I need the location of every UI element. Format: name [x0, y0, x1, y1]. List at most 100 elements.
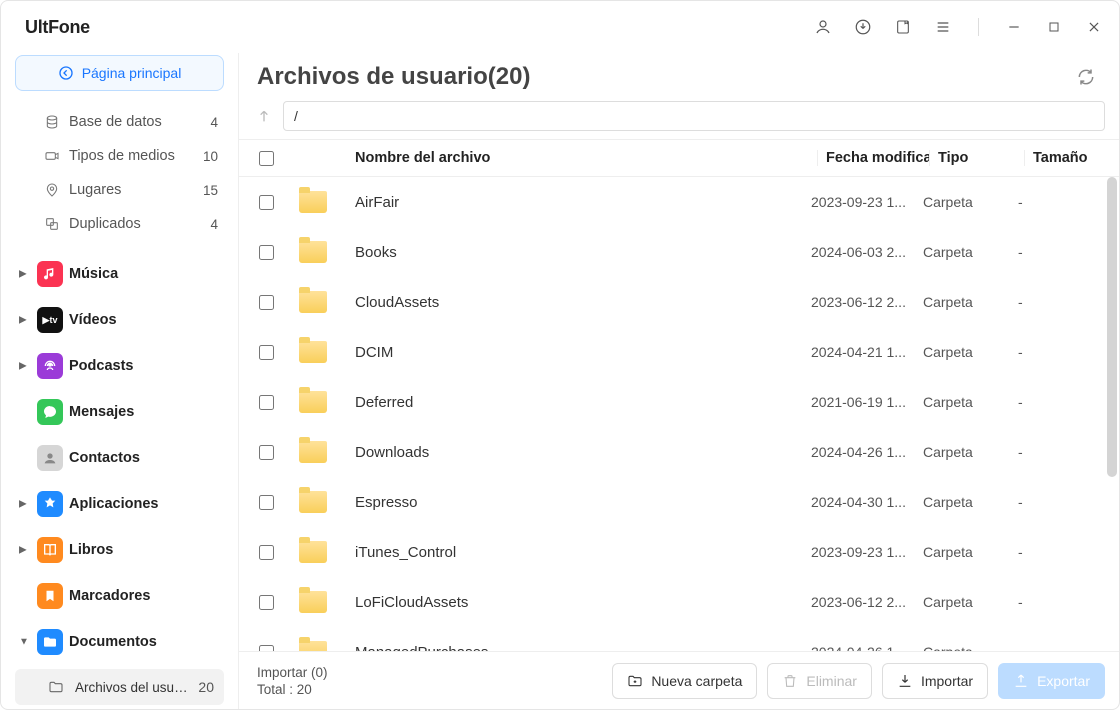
col-date[interactable]: Fecha modificada [817, 150, 929, 166]
download-icon[interactable] [854, 18, 872, 36]
file-date: 2024-04-26 1... [803, 644, 915, 651]
export-icon [1013, 673, 1029, 689]
row-checkbox[interactable] [259, 395, 274, 410]
table-row[interactable]: LoFiCloudAssets2023-06-12 2...Carpeta- [239, 577, 1105, 627]
sidebar-item-count: 4 [210, 217, 218, 232]
sidebar-subitem-label: Archivos del usua... [75, 680, 188, 695]
up-arrow-icon[interactable] [253, 105, 275, 127]
category-icon [37, 537, 63, 563]
file-type: Carpeta [915, 344, 1010, 360]
sidebar-item[interactable]: Duplicados 4 [13, 207, 226, 241]
sidebar-category[interactable]: Contactos [13, 435, 226, 481]
sidebar-item[interactable]: Lugares15 [13, 173, 226, 207]
menu-icon[interactable] [934, 18, 952, 36]
row-checkbox[interactable] [259, 545, 274, 560]
chevron-down-icon: ▼ [19, 637, 29, 648]
table-row[interactable]: Deferred2021-06-19 1...Carpeta- [239, 377, 1105, 427]
file-size: - [1010, 294, 1105, 310]
folder-icon [299, 241, 327, 263]
table-header: Nombre del archivo Fecha modificada Tipo… [239, 139, 1119, 177]
folder-icon [299, 191, 327, 213]
table-row[interactable]: Downloads2024-04-26 1...Carpeta- [239, 427, 1105, 477]
file-size: - [1010, 594, 1105, 610]
table-row[interactable]: AirFair2023-09-23 1...Carpeta- [239, 177, 1105, 227]
row-checkbox[interactable] [259, 595, 274, 610]
category-icon [37, 491, 63, 517]
sidebar-item[interactable]: Base de datos4 [13, 105, 226, 139]
close-icon[interactable] [1085, 18, 1103, 36]
table-row[interactable]: CloudAssets2023-06-12 2...Carpeta- [239, 277, 1105, 327]
sidebar-category[interactable]: ▶Música [13, 251, 226, 297]
file-type: Carpeta [915, 594, 1010, 610]
table-row[interactable]: Books2024-06-03 2...Carpeta- [239, 227, 1105, 277]
table-row[interactable]: iTunes_Control2023-09-23 1...Carpeta- [239, 527, 1105, 577]
file-date: 2023-09-23 1... [803, 194, 915, 210]
sidebar-category-label: Podcasts [69, 358, 133, 374]
import-button[interactable]: Importar [882, 663, 988, 699]
new-folder-button[interactable]: Nueva carpeta [612, 663, 757, 699]
sidebar-subitem-active[interactable]: Archivos del usua... 20 [15, 669, 224, 705]
row-checkbox[interactable] [259, 495, 274, 510]
maximize-icon[interactable] [1045, 18, 1063, 36]
sidebar: Página principal Base de datos4Tipos de … [1, 53, 239, 709]
file-name: CloudAssets [355, 294, 803, 311]
sidebar-item-label: Duplicados [69, 216, 141, 232]
select-all-checkbox[interactable] [259, 151, 274, 166]
folder-icon [299, 541, 327, 563]
delete-button[interactable]: Eliminar [767, 663, 872, 699]
col-name[interactable]: Nombre del archivo [355, 150, 817, 166]
sidebar-category-label: Libros [69, 542, 113, 558]
row-checkbox[interactable] [259, 345, 274, 360]
row-checkbox[interactable] [259, 245, 274, 260]
duplicates-icon [43, 215, 61, 233]
path-input[interactable] [283, 101, 1105, 131]
row-checkbox[interactable] [259, 195, 274, 210]
category-icon [37, 261, 63, 287]
sidebar-category-label: Mensajes [69, 404, 134, 420]
import-count-label: Importar (0) [257, 665, 328, 680]
export-button[interactable]: Exportar [998, 663, 1105, 699]
sidebar-item-label: Tipos de medios [69, 148, 175, 164]
file-size: - [1010, 344, 1105, 360]
table-row[interactable]: DCIM2024-04-21 1...Carpeta- [239, 327, 1105, 377]
col-type[interactable]: Tipo [929, 150, 1024, 166]
vertical-scrollbar[interactable] [1107, 177, 1117, 477]
row-checkbox[interactable] [259, 645, 274, 652]
refresh-icon[interactable] [1075, 66, 1097, 88]
sidebar-category-label: Vídeos [69, 312, 117, 328]
sidebar-item[interactable]: Tipos de medios10 [13, 139, 226, 173]
file-size: - [1010, 544, 1105, 560]
note-icon[interactable] [894, 18, 912, 36]
titlebar-separator [978, 18, 979, 36]
file-size: - [1010, 444, 1105, 460]
file-name: iTunes_Control [355, 544, 803, 561]
category-icon [37, 445, 63, 471]
table-row[interactable]: Espresso2024-04-30 1...Carpeta- [239, 477, 1105, 527]
titlebar: UltFone [1, 1, 1119, 53]
table-row[interactable]: ManagedPurchases2024-04-26 1...Carpeta- [239, 627, 1105, 651]
folder-icon [299, 291, 327, 313]
file-name: LoFiCloudAssets [355, 594, 803, 611]
import-icon [897, 673, 913, 689]
minimize-icon[interactable] [1005, 18, 1023, 36]
user-icon[interactable] [814, 18, 832, 36]
sidebar-item-count: 4 [210, 115, 218, 130]
file-name: DCIM [355, 344, 803, 361]
row-checkbox[interactable] [259, 445, 274, 460]
file-type: Carpeta [915, 294, 1010, 310]
home-button[interactable]: Página principal [15, 55, 224, 91]
sidebar-category[interactable]: ▼Documentos [13, 619, 226, 665]
sidebar-subitem-count: 20 [198, 679, 214, 695]
folder-icon [299, 591, 327, 613]
sidebar-category[interactable]: ▶Libros [13, 527, 226, 573]
col-size[interactable]: Tamaño [1024, 150, 1119, 166]
sidebar-category[interactable]: ▶Aplicaciones [13, 481, 226, 527]
page-title: Archivos de usuario(20) [257, 63, 530, 91]
sidebar-category[interactable]: Marcadores [13, 573, 226, 619]
sidebar-category[interactable]: Mensajes [13, 389, 226, 435]
file-type: Carpeta [915, 544, 1010, 560]
row-checkbox[interactable] [259, 295, 274, 310]
sidebar-item-count: 15 [203, 183, 218, 198]
sidebar-category[interactable]: ▶Podcasts [13, 343, 226, 389]
sidebar-category[interactable]: ▶▶tvVídeos [13, 297, 226, 343]
